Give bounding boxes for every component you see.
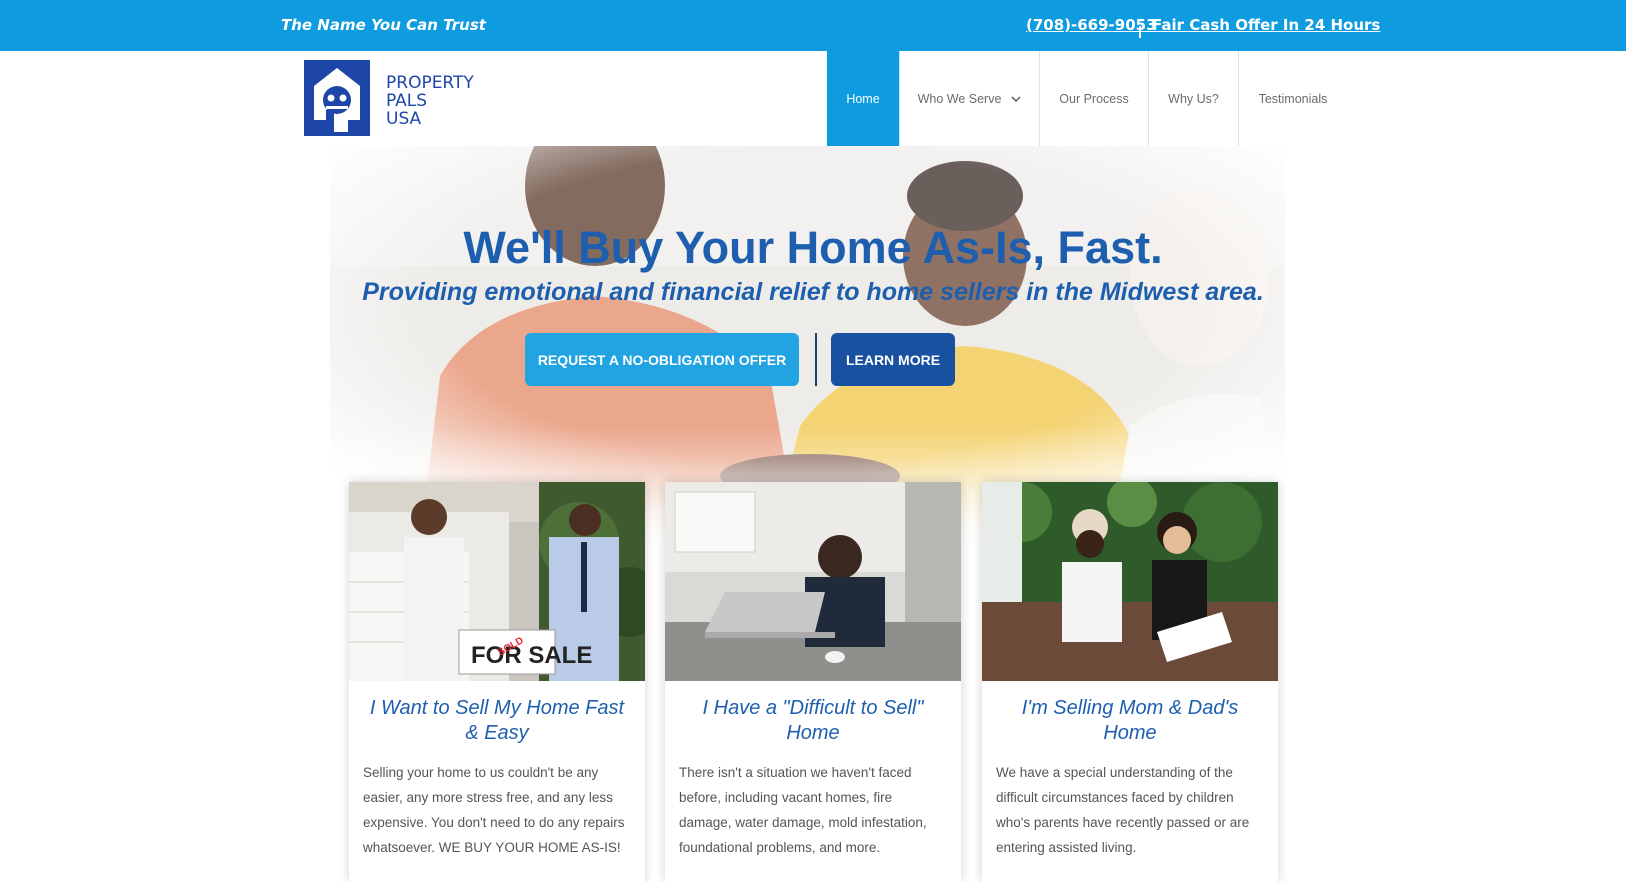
phone-link[interactable]: (708)-669-9053 [1026,16,1157,34]
card-title: I Have a "Difficult to Sell" Home [702,697,924,744]
card-title: I Want to Sell My Home Fast & Easy [369,697,625,744]
top-bar-divider [1139,26,1141,38]
logo-line-property: PROPERTY [386,73,474,93]
nav-testimonials[interactable]: Testimonials [1239,51,1347,146]
logo-text[interactable]: PROPERTY PALS USA [386,74,474,128]
hero-button-divider [815,333,817,386]
logo-line-pals: PALS [386,91,428,111]
chevron-down-icon [1011,95,1021,102]
request-offer-button[interactable]: REQUEST A NO-OBLIGATION OFFER [525,333,799,386]
card-difficult-home[interactable]: I Have a "Difficult to Sell" Home There … [665,482,961,882]
hero-subtitle: Providing emotional and financial relief… [362,278,1264,306]
nav-who-we-serve-label: Who We Serve [917,91,1002,106]
cash-offer-link[interactable]: Fair Cash Offer In 24 Hours [1152,16,1380,34]
top-bar [0,0,1626,51]
card-sell-fast[interactable]: FOR SALE SOLD I Want to Sell My Home Fas… [349,482,645,882]
site-header [0,51,1626,146]
card-text: There isn't a situation we haven't faced… [679,765,927,855]
card-parents-home[interactable]: I'm Selling Mom & Dad's Home We have a s… [982,482,1278,882]
nav-our-process[interactable]: Our Process [1040,51,1148,146]
nav-why-us-label: Why Us? [1168,91,1219,106]
hero-title: We'll Buy Your Home As-Is, Fast. [463,222,1163,273]
logo-line-usa: USA [386,109,422,129]
card-image-laptop [665,482,961,681]
tagline: The Name You Can Trust [281,16,486,34]
card-image-consultation [982,482,1278,681]
nav-our-process-label: Our Process [1059,91,1129,106]
house-logo-icon [304,60,370,136]
nav-who-we-serve[interactable]: Who We Serve [900,51,1039,146]
nav-why-us[interactable]: Why Us? [1149,51,1238,146]
card-image-handshake: FOR SALE SOLD [349,482,645,681]
nav-home[interactable]: Home [827,51,899,146]
card-title: I'm Selling Mom & Dad's Home [1021,697,1239,744]
card-text: Selling your home to us couldn't be any … [363,765,625,855]
nav-home-label: Home [846,91,880,106]
learn-more-button[interactable]: LEARN MORE [831,333,955,386]
card-text: We have a special understanding of the d… [996,765,1250,855]
sign-text: FOR SALE [471,642,592,669]
nav-testimonials-label: Testimonials [1258,91,1328,106]
